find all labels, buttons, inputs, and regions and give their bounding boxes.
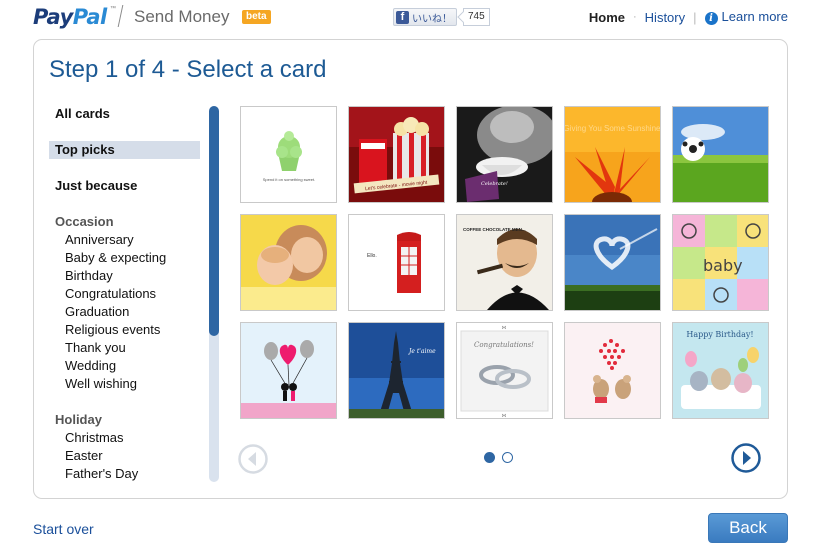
sidebar-item-wedding[interactable]: Wedding	[65, 357, 116, 375]
chevron-right-icon	[731, 443, 761, 473]
sidebar-item-easter[interactable]: Easter	[65, 447, 103, 465]
sidebar-item-baby-expecting[interactable]: Baby & expecting	[65, 249, 166, 267]
sidebar-item-christmas[interactable]: Christmas	[65, 429, 124, 447]
sidebar-scrollbar[interactable]	[209, 106, 219, 482]
sidebar-group-occasion: Occasion	[55, 214, 114, 229]
sidebar-item-just-because[interactable]: Just because	[49, 177, 200, 195]
sidebar-item-fathers-day[interactable]: Father's Day	[65, 465, 138, 481]
sidebar-scrollbar-thumb[interactable]	[209, 106, 219, 336]
card-caption: COFFEE CHOCOLATE MEN...	[463, 227, 526, 232]
cupcake-image: Spend it on something sweet.	[241, 107, 336, 202]
eiffel-tower-image: Je t'aime	[349, 323, 444, 418]
app-name: Send Money	[134, 7, 230, 26]
app-header: PayPal ™ Send Money beta f いいね！ 745 Home…	[0, 0, 813, 36]
beta-badge: beta	[242, 10, 271, 24]
card-cupcake[interactable]: Spend it on something sweet.	[240, 106, 337, 203]
card-heart-balloon-couple[interactable]	[240, 322, 337, 419]
next-page-button[interactable]	[730, 442, 762, 474]
sidebar-item-well-wishing[interactable]: Well wishing	[65, 375, 137, 393]
nav-home[interactable]: Home	[589, 10, 625, 25]
popcorn-image: Let's celebrate - movie night	[349, 107, 444, 202]
baby-image	[241, 215, 336, 310]
sidebar-item-anniversary[interactable]: Anniversary	[65, 231, 134, 249]
sidebar-item-religious-events[interactable]: Religious events	[65, 321, 160, 339]
facebook-like-widget: f いいね！ 745	[393, 8, 490, 26]
mice-hearts-image	[565, 323, 660, 418]
paypal-logo[interactable]: PayPal	[33, 5, 107, 29]
start-over-link[interactable]: Start over	[33, 521, 94, 537]
card-caption: Je t'aime	[407, 348, 436, 355]
pager-dot-page-2[interactable]	[502, 452, 513, 463]
nav-separator-dot: ·	[633, 11, 637, 23]
card-caption: baby	[703, 256, 743, 275]
nav-history[interactable]: History	[645, 10, 685, 25]
mustache-man-image: COFFEE CHOCOLATE MEN...	[457, 215, 552, 310]
sidebar-item-top-picks[interactable]: Top picks	[49, 141, 200, 159]
card-caption: Happy Birthday!	[686, 330, 753, 339]
birthday-party-image: Happy Birthday!	[673, 323, 768, 418]
card-grid: Spend it on something sweet. Let's celeb…	[240, 106, 770, 420]
card-popcorn-movie[interactable]: Let's celebrate - movie night	[348, 106, 445, 203]
soccer-image	[673, 107, 768, 202]
card-caption: Celebrate!	[481, 181, 508, 187]
card-caption: Ello.	[367, 253, 377, 259]
card-baby-pattern[interactable]: baby	[672, 214, 769, 311]
card-baby-mother[interactable]	[240, 214, 337, 311]
sidebar-item-graduation[interactable]: Graduation	[65, 303, 129, 321]
coffee-image: Celebrate!	[457, 107, 552, 202]
card-selection-panel: Step 1 of 4 - Select a card All cards To…	[33, 39, 788, 499]
card-caption: Congratulations!	[474, 341, 534, 349]
facebook-icon: f	[396, 10, 409, 24]
facebook-like-label: いいね！	[412, 13, 452, 25]
nav-learn-more[interactable]: i Learn more	[704, 9, 788, 25]
card-caption: Spend it on something sweet.	[263, 177, 315, 182]
svg-text:⋈: ⋈	[502, 325, 507, 331]
facebook-like-count: 745	[463, 8, 490, 26]
logo-pay: Pay	[33, 5, 73, 29]
previous-page-button[interactable]	[237, 443, 269, 475]
card-caption: Giving You Some Sunshine	[565, 124, 660, 133]
sidebar-item-all-cards[interactable]: All cards	[49, 105, 200, 123]
chevron-left-icon	[238, 444, 268, 474]
sunflower-image: Giving You Some Sunshine	[565, 107, 660, 202]
card-cloud-heart-sky[interactable]	[564, 214, 661, 311]
cloud-heart-image	[565, 215, 660, 310]
page-title: Step 1 of 4 - Select a card	[49, 56, 327, 83]
card-phone-booth[interactable]: Ello.	[348, 214, 445, 311]
card-soccer-field[interactable]	[672, 106, 769, 203]
heart-balloon-image	[241, 323, 336, 418]
rings-image: Congratulations! ⋈ ⋈	[457, 323, 552, 418]
top-navigation: Home · History | i Learn more	[589, 9, 788, 25]
nav-separator-pipe: |	[693, 9, 697, 25]
card-coffee-chocolate-men[interactable]: COFFEE CHOCOLATE MEN...	[456, 214, 553, 311]
card-congratulations-rings[interactable]: Congratulations! ⋈ ⋈	[456, 322, 553, 419]
baby-pattern-image: baby	[673, 215, 768, 310]
brand-divider	[117, 5, 124, 27]
sidebar-group-holiday: Holiday	[55, 412, 102, 427]
back-button[interactable]: Back	[708, 513, 788, 543]
card-eiffel-tower[interactable]: Je t'aime	[348, 322, 445, 419]
card-celebrate-coffee[interactable]: Celebrate!	[456, 106, 553, 203]
logo-pal: Pal	[72, 5, 107, 29]
pager-dot-page-1[interactable]	[484, 452, 495, 463]
svg-text:⋈: ⋈	[502, 413, 507, 418]
card-happy-birthday-party[interactable]: Happy Birthday!	[672, 322, 769, 419]
sidebar-item-thank-you[interactable]: Thank you	[65, 339, 126, 357]
card-mice-hearts[interactable]	[564, 322, 661, 419]
trademark-mark: ™	[110, 6, 116, 12]
category-sidebar: All cards Top picks Just because Occasio…	[49, 105, 201, 481]
phone-booth-image: Ello.	[349, 215, 444, 310]
sidebar-item-birthday[interactable]: Birthday	[65, 267, 113, 285]
info-icon: i	[704, 12, 718, 25]
nav-learn-more-label: Learn more	[721, 9, 788, 24]
sidebar-item-congratulations[interactable]: Congratulations	[65, 285, 156, 303]
card-sunflower-sunshine[interactable]: Giving You Some Sunshine	[564, 106, 661, 203]
facebook-like-button[interactable]: f いいね！	[393, 8, 457, 26]
